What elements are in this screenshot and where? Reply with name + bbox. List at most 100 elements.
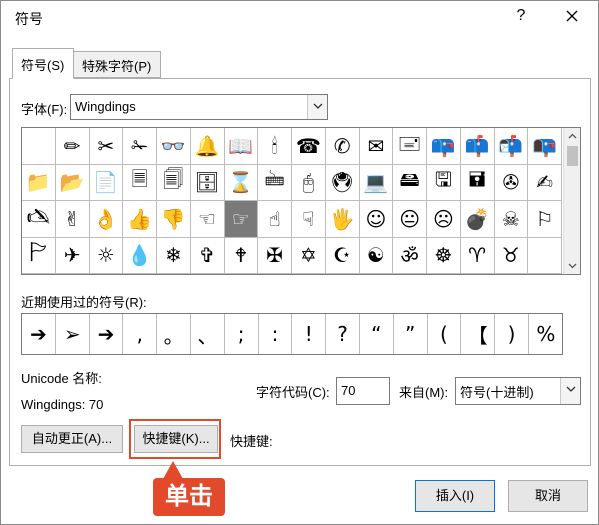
symbol-cell[interactable]: 📪 [427,128,461,165]
recent-symbol-cell[interactable]: ➔ [90,314,124,354]
symbol-cell[interactable]: 😐 [393,201,427,238]
char-code-input[interactable]: 70 [336,377,390,405]
symbol-cell[interactable]: ✌ [55,201,90,238]
symbol-cell[interactable]: ☯ [359,237,394,274]
symbol-cell[interactable]: ✡ [292,237,326,274]
tab-special-characters[interactable]: 特殊字符(P) [73,51,161,78]
shortcut-key-button[interactable]: 快捷键(K)... [134,425,218,453]
cancel-button[interactable]: 取消 [508,480,588,512]
scroll-up-button[interactable] [564,128,581,145]
symbol-cell[interactable]: ✉ [359,128,394,165]
recent-symbol-cell[interactable]: ” [394,314,428,354]
symbol-cell[interactable]: 👌 [89,201,124,238]
symbol-cell[interactable]: ☺ [359,201,394,238]
shortcut-key-label: 快捷键: [230,434,273,449]
symbol-cell[interactable]: 📁 [22,164,56,201]
symbol-cell[interactable] [22,128,56,165]
close-button[interactable] [559,5,585,29]
recent-symbol-cell[interactable]: , [123,314,158,354]
recent-symbol-cell[interactable]: 。 [157,314,191,354]
symbol-cell[interactable]: 🗄 [190,164,225,201]
scroll-down-button[interactable] [564,257,581,274]
symbol-cell[interactable]: 🖰 [292,164,326,201]
symbol-cell[interactable]: 💧 [123,237,157,274]
symbol-cell[interactable]: 📭 [528,128,562,165]
symbol-cell[interactable]: ✍ [528,164,562,201]
symbol-cell[interactable]: 🖲 [325,164,360,201]
recent-symbol-cell[interactable]: “ [360,314,394,354]
recent-symbol-cell[interactable]: ! [292,314,327,354]
symbol-cell[interactable] [528,237,562,274]
symbol-cell[interactable]: ✞ [190,237,225,274]
from-dropdown-button[interactable] [560,378,580,404]
symbol-cell[interactable]: ✈ [55,237,90,274]
symbol-cell[interactable]: 💻 [359,164,394,201]
symbol-cell[interactable]: ♈ [460,237,495,274]
symbol-cell[interactable]: 🕯 [258,128,292,165]
dialog-title: 符号 [15,11,43,27]
font-dropdown-button[interactable] [307,95,327,119]
symbol-cell[interactable]: ⚐ [528,201,562,238]
symbol-cell[interactable]: 👎 [157,201,191,238]
recent-symbol-cell[interactable]: ➔ [22,314,56,354]
help-button[interactable]: ? [509,7,533,29]
symbol-cell[interactable]: ✆ [325,128,360,165]
insert-button[interactable]: 插入(I) [415,480,495,512]
symbol-cell[interactable]: ❄ [157,237,191,274]
symbol-cell[interactable]: ✠ [258,237,292,274]
symbol-cell[interactable]: 🖫 [427,164,461,201]
symbol-cell[interactable]: 🖬 [460,164,495,201]
symbol-cell[interactable]: ☞ [224,201,259,238]
symbol-cell[interactable]: 📂 [55,164,90,201]
symbol-cell[interactable]: 🖎 [22,201,56,238]
recent-symbols: ➔ ➢ ➔,。、;:!? “”(【)% [21,313,563,355]
symbol-cell[interactable]: 📄 [89,164,124,201]
symbol-cell[interactable]: 🗐 [157,164,191,201]
autocorrect-button[interactable]: 自动更正(A)... [21,425,123,453]
symbol-cell[interactable]: 🔔 [190,128,225,165]
symbol-grid-scrollbar[interactable] [563,128,580,274]
recent-symbol-cell[interactable]: ( [428,314,462,354]
symbol-cell[interactable]: 📖 [224,128,259,165]
symbol-cell[interactable]: ☪ [325,237,360,274]
recent-symbol-cell[interactable]: : [259,314,293,354]
symbol-cell[interactable]: ☸ [427,237,461,274]
symbol-cell[interactable]: 🗏 [123,164,157,201]
symbol-cell[interactable]: ✁ [123,128,157,165]
symbol-cell[interactable]: 🖴 [393,164,427,201]
symbol-cell[interactable]: ✂ [89,128,124,165]
recent-symbol-cell[interactable]: 、 [191,314,225,354]
symbol-cell[interactable]: 🖃 [393,128,427,165]
symbol-cell[interactable]: ☹ [427,201,461,238]
recent-symbol-cell[interactable]: ) [495,314,529,354]
symbol-cell[interactable]: ☠ [494,201,529,238]
recent-symbol-cell[interactable]: ; [225,314,259,354]
symbol-cell[interactable]: ☼ [89,237,124,274]
symbol-cell[interactable]: ☜ [190,201,225,238]
tab-symbols[interactable]: 符号(S) [12,48,74,79]
symbol-cell[interactable]: 👓 [157,128,191,165]
symbol-cell[interactable]: 💣 [460,201,495,238]
symbol-cell[interactable]: 🏱 [22,237,56,274]
symbol-cell[interactable]: 🕈 [224,237,259,274]
recent-symbol-cell[interactable]: 【 [461,314,496,354]
symbol-cell[interactable]: 📫 [460,128,495,165]
font-select[interactable]: Wingdings [70,94,328,120]
symbol-cell[interactable]: ☝ [258,201,292,238]
symbol-cell[interactable]: ॐ [393,237,427,274]
symbol-cell[interactable]: ☟ [292,201,326,238]
recent-symbol-cell[interactable]: ? [326,314,360,354]
symbol-cell[interactable]: ☎ [292,128,326,165]
symbol-cell[interactable]: ✇ [494,164,529,201]
symbol-cell[interactable]: 🖮 [258,164,292,201]
symbol-cell[interactable]: ✏ [55,128,90,165]
recent-symbol-cell[interactable]: % [529,314,563,354]
symbol-cell[interactable]: 📬 [494,128,529,165]
symbol-cell[interactable]: ♉ [494,237,529,274]
symbol-cell[interactable]: ⌛ [224,164,259,201]
recent-symbol-cell[interactable]: ➢ [56,314,90,354]
from-select[interactable]: 符号(十进制) [455,377,581,405]
scroll-thumb[interactable] [567,146,578,166]
symbol-cell[interactable]: 👍 [123,201,157,238]
symbol-cell[interactable]: 🖐 [325,201,360,238]
